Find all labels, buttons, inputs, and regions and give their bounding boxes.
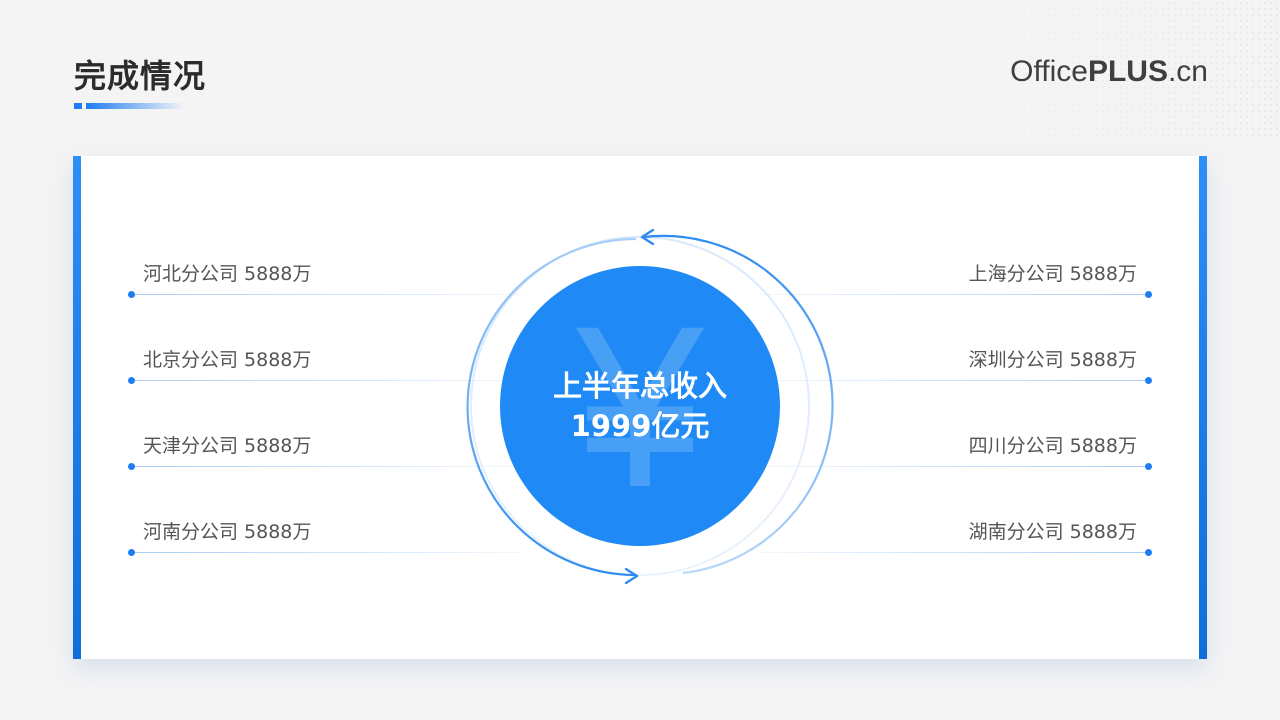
center-summary: 上半年总收入 1999亿元 [500,366,780,446]
title-underline [74,103,184,109]
logo-plus: PLUS [1087,55,1168,88]
page-title: 完成情况 [74,57,207,95]
officeplus-logo: OfficePLUS.cn [1010,52,1208,92]
center-title: 上半年总收入 [552,369,727,403]
content-card: 河北分公司 5888万 北京分公司 5888万 天津分公司 5888万 河南分公… [73,156,1207,659]
center-value: 1999亿元 [570,409,710,443]
logo-suffix: .cn [1167,55,1208,88]
logo-office: Office [1010,55,1088,88]
